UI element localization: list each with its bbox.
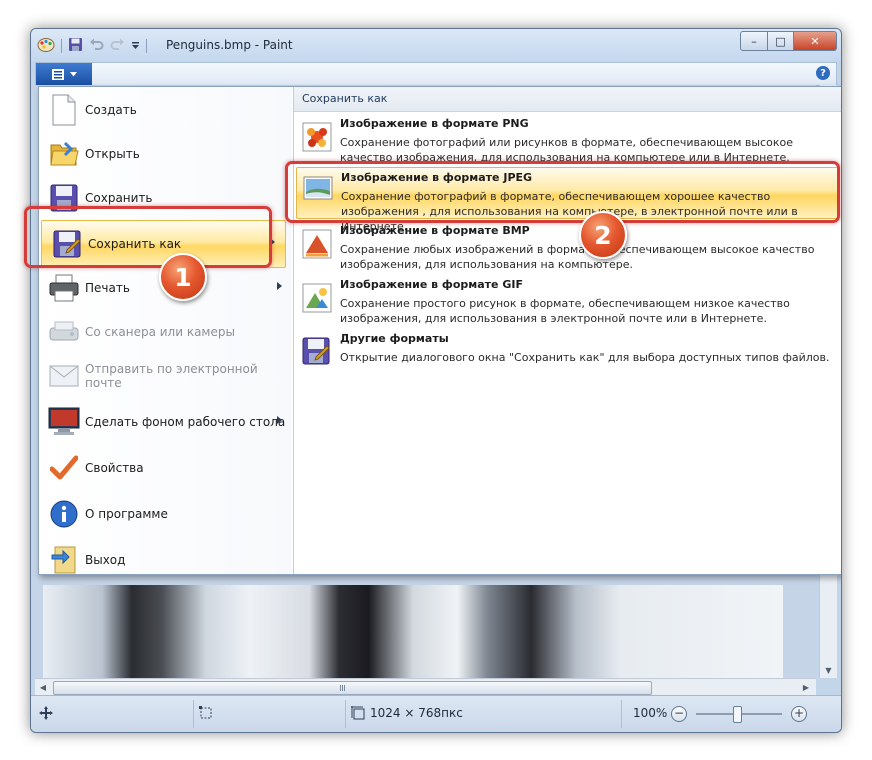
menu-item-exit[interactable]: Выход xyxy=(39,537,292,583)
menu-item-send-email: Отправить по электронной почте xyxy=(39,353,292,399)
redo-icon[interactable] xyxy=(110,37,125,55)
status-bar: 1024 × 768пкс 100% − + xyxy=(31,695,841,732)
menu-item-label: Отправить по электронной почте xyxy=(85,362,258,390)
zoom-in-button[interactable]: + xyxy=(791,706,807,722)
submenu-arrow-icon xyxy=(277,282,282,290)
scroll-down-icon[interactable]: ▼ xyxy=(820,662,837,678)
menu-item-label: Со сканера или камеры xyxy=(85,325,235,339)
info-icon xyxy=(47,497,81,531)
window-controls: – □ ✕ xyxy=(740,31,837,51)
zoom-out-button[interactable]: − xyxy=(671,706,687,722)
step-2-badge: 2 xyxy=(579,211,627,259)
submenu-arrow-icon xyxy=(277,416,282,424)
menu-item-about[interactable]: О программе xyxy=(39,491,292,537)
customize-toolbar-icon[interactable] xyxy=(131,39,140,53)
gif-image-icon xyxy=(302,283,332,313)
image-size-icon xyxy=(351,706,365,720)
maximize-icon: □ xyxy=(775,34,786,48)
penguins-image xyxy=(43,585,783,678)
status-divider xyxy=(621,700,622,728)
window-title: Penguins.bmp - Paint xyxy=(166,38,293,52)
horizontal-scrollbar[interactable]: ◀ ▶ xyxy=(35,678,816,696)
menu-icon xyxy=(51,68,64,80)
zoom-slider-thumb[interactable] xyxy=(733,706,742,723)
menu-item-set-desktop-background[interactable]: Сделать фоном рабочего стола xyxy=(39,399,292,445)
exit-icon xyxy=(47,543,81,577)
menu-item-label: Печать xyxy=(85,281,130,295)
format-description: Открытие диалогового окна "Сохранить как… xyxy=(340,351,830,364)
selection-icon xyxy=(199,706,212,719)
menu-item-properties[interactable]: Свойства xyxy=(39,445,292,491)
quick-save-icon[interactable] xyxy=(68,37,83,55)
bmp-image-icon xyxy=(302,229,332,259)
menu-item-label: Создать xyxy=(85,103,137,117)
scroll-grip xyxy=(340,685,346,691)
horizontal-scroll-thumb[interactable] xyxy=(53,681,652,695)
scroll-right-icon[interactable]: ▶ xyxy=(798,679,814,696)
menu-item-new[interactable]: Создать xyxy=(39,87,292,133)
status-divider xyxy=(193,700,194,728)
minimize-icon: – xyxy=(751,34,757,48)
dimensions-text: 1024 × 768пкс xyxy=(370,706,463,720)
close-button[interactable]: ✕ xyxy=(794,31,837,51)
checkmark-icon xyxy=(47,451,81,485)
format-png[interactable]: Изображение в формате PNG Сохранение фот… xyxy=(296,114,837,164)
png-image-icon xyxy=(302,122,332,152)
scroll-left-icon[interactable]: ◀ xyxy=(35,679,51,696)
ribbon-tab-bar: ? xyxy=(35,62,837,86)
title-bar: Penguins.bmp - Paint – □ ✕ xyxy=(31,29,841,62)
jpeg-highlight-ring xyxy=(285,161,840,223)
new-document-icon xyxy=(47,93,81,127)
toolbar-separator xyxy=(146,39,147,53)
file-menu: Создать Открыть Сохранить Сохранить как xyxy=(38,86,841,575)
other-formats-icon xyxy=(302,337,332,367)
minimize-button[interactable]: – xyxy=(740,31,768,51)
format-title: Изображение в формате GIF xyxy=(340,278,523,291)
format-description: Сохранение простого рисунок в формате, о… xyxy=(340,297,790,325)
menu-item-label: О программе xyxy=(85,507,168,521)
printer-icon xyxy=(47,271,81,305)
save-as-highlight-ring xyxy=(24,206,272,268)
menu-item-label: Выход xyxy=(85,553,126,567)
menu-item-from-scanner: Со сканера или камеры xyxy=(39,309,292,355)
help-button[interactable]: ? xyxy=(816,66,830,80)
toolbar-separator xyxy=(61,39,62,53)
paint-menu-button[interactable] xyxy=(36,63,92,85)
format-title: Изображение в формате PNG xyxy=(340,117,529,130)
format-title: Другие форматы xyxy=(340,332,449,345)
image-dimensions: 1024 × 768пкс xyxy=(351,706,463,720)
paint-window: Penguins.bmp - Paint – □ ✕ ? ▼ ◀ ▶ 1024 … xyxy=(30,28,842,733)
format-other[interactable]: Другие форматы Открытие диалогового окна… xyxy=(296,329,837,365)
menu-item-label: Сделать фоном рабочего стола xyxy=(85,415,286,429)
quick-access-toolbar xyxy=(37,37,147,55)
submenu-title: Сохранить как xyxy=(302,92,388,105)
undo-icon[interactable] xyxy=(89,37,104,55)
email-icon xyxy=(47,359,81,393)
status-divider xyxy=(345,700,346,728)
menu-item-label: Свойства xyxy=(85,461,144,475)
selection-size xyxy=(199,706,213,720)
paint-app-icon xyxy=(37,37,55,56)
move-cursor-icon xyxy=(39,706,53,720)
zoom-level: 100% xyxy=(633,706,668,720)
desktop-background-icon xyxy=(47,405,81,439)
format-title: Изображение в формате BMP xyxy=(340,224,530,237)
cursor-position xyxy=(39,706,53,720)
file-menu-commands: Создать Открыть Сохранить Сохранить как xyxy=(39,87,292,574)
menu-item-open[interactable]: Открыть xyxy=(39,131,292,177)
chevron-down-icon xyxy=(69,71,77,76)
format-bmp[interactable]: Изображение в формате BMP Сохранение люб… xyxy=(296,221,837,271)
submenu-header: Сохранить как xyxy=(294,87,841,112)
open-folder-icon xyxy=(47,137,81,171)
close-icon: ✕ xyxy=(810,34,820,48)
step-1-badge: 1 xyxy=(159,253,207,301)
scanner-icon xyxy=(47,315,81,349)
maximize-button[interactable]: □ xyxy=(768,31,794,51)
menu-item-label: Сохранить xyxy=(85,191,153,205)
menu-item-label: Открыть xyxy=(85,147,140,161)
format-gif[interactable]: Изображение в формате GIF Сохранение про… xyxy=(296,275,837,325)
